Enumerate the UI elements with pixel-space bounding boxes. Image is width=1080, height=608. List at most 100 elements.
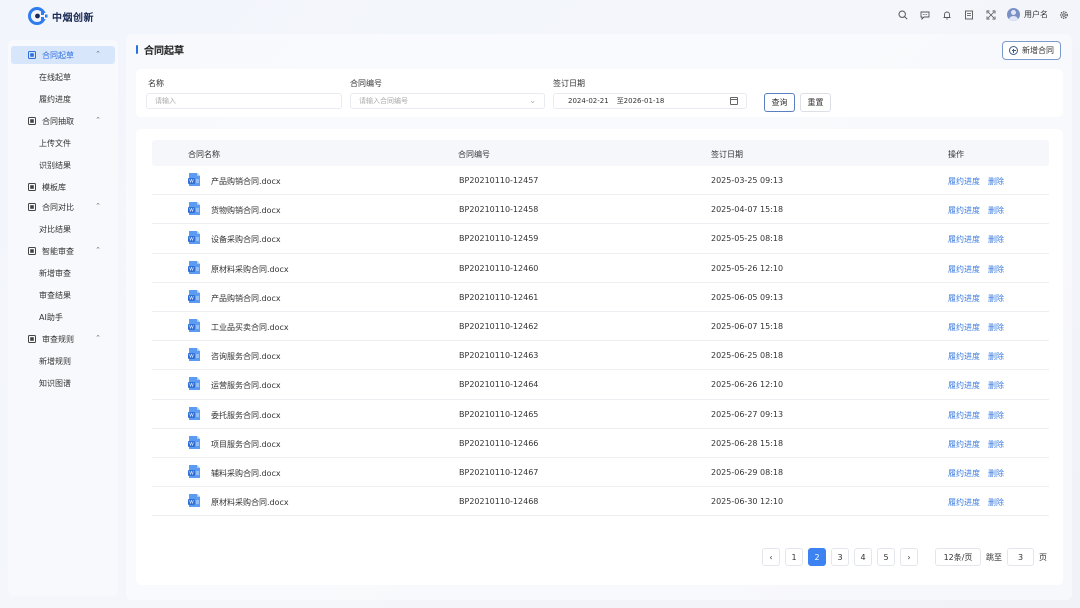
sidebar-group-4[interactable]: 智能审查 ⌃	[11, 242, 115, 260]
sidebar-group-3[interactable]: 合同对比 ⌃	[11, 198, 115, 216]
user-menu[interactable]: 用户名	[1007, 8, 1048, 21]
chevron-down-icon: ⌄	[529, 96, 536, 105]
progress-link[interactable]: 履约进度	[948, 293, 980, 304]
delete-link[interactable]: 删除	[988, 439, 1004, 450]
title-accent-bar	[136, 45, 138, 54]
sidebar-group-label: 合同对比	[42, 202, 74, 212]
sidebar-item[interactable]: 对比结果	[8, 218, 118, 240]
table-row: W 产品购销合同.docx BP20210110-12457 2025-03-25 0…	[152, 166, 1049, 196]
table-row: W 辅料采购合同.docx BP20210110-12467 2025-06-29 0…	[152, 458, 1049, 488]
next-page-button[interactable]: ›	[900, 548, 918, 566]
sidebar-item[interactable]: 履约进度	[8, 88, 118, 110]
contract-code: BP20210110-12464	[459, 380, 539, 390]
progress-link[interactable]: 履约进度	[948, 439, 980, 450]
date-range-picker[interactable]: 2024-02-21 至2026-01-18	[553, 93, 747, 109]
gear-icon[interactable]	[1058, 9, 1070, 21]
delete-link[interactable]: 删除	[988, 205, 1004, 216]
delete-link[interactable]: 删除	[988, 351, 1004, 362]
delete-link[interactable]: 删除	[988, 322, 1004, 333]
delete-link[interactable]: 删除	[988, 410, 1004, 421]
page-title: 合同起草	[144, 46, 184, 57]
contract-name[interactable]: 运营服务合同.docx	[211, 380, 281, 391]
contract-name[interactable]: 货物购销合同.docx	[211, 205, 281, 216]
code-select[interactable]: 请输入合同编号 ⌄	[350, 93, 545, 109]
sidebar-group-5[interactable]: 审查规则 ⌃	[11, 330, 115, 348]
jump-input[interactable]: 3	[1007, 548, 1034, 566]
sidebar-item[interactable]: 识别结果	[8, 154, 118, 176]
sidebar-item[interactable]: 上传文件	[8, 132, 118, 154]
progress-link[interactable]: 履约进度	[948, 264, 980, 275]
sidebar-group-2[interactable]: 模板库	[11, 178, 115, 196]
sidebar-item[interactable]: 审查结果	[8, 284, 118, 306]
review-icon	[28, 247, 36, 255]
sidebar-item[interactable]: 新增审查	[8, 262, 118, 284]
delete-link[interactable]: 删除	[988, 293, 1004, 304]
delete-link[interactable]: 删除	[988, 380, 1004, 391]
page-size-select[interactable]: 12条/页	[935, 548, 981, 566]
progress-link[interactable]: 履约进度	[948, 176, 980, 187]
contract-name[interactable]: 项目服务合同.docx	[211, 439, 281, 450]
progress-link[interactable]: 履约进度	[948, 468, 980, 479]
contract-name[interactable]: 设备采购合同.docx	[211, 234, 281, 245]
word-doc-icon: W	[188, 289, 201, 304]
document-icon[interactable]	[963, 9, 975, 21]
page-button[interactable]: 4	[854, 548, 872, 566]
svg-text:W: W	[189, 383, 194, 389]
page-button[interactable]: 3	[831, 548, 849, 566]
brand-logo[interactable]: 中烟创新	[28, 7, 94, 25]
bell-icon[interactable]	[941, 9, 953, 21]
contract-name[interactable]: 原材料采购合同.docx	[211, 497, 289, 508]
contract-name[interactable]: 产品购销合同.docx	[211, 293, 281, 304]
filter-card: 名称 请输入 合同编号 请输入合同编号 ⌄ 签订日期 2024-02-21 至2…	[136, 69, 1063, 117]
logo-icon	[28, 7, 48, 25]
pagination: ‹ 12345 › 12条/页 跳至 3 页	[762, 548, 1047, 566]
search-icon[interactable]	[897, 9, 909, 21]
svg-text:W: W	[189, 295, 194, 301]
delete-link[interactable]: 删除	[988, 468, 1004, 479]
delete-link[interactable]: 删除	[988, 234, 1004, 245]
query-button[interactable]: 查询	[764, 93, 795, 112]
progress-link[interactable]: 履约进度	[948, 497, 980, 508]
progress-link[interactable]: 履约进度	[948, 351, 980, 362]
word-doc-icon: W	[188, 201, 201, 216]
sidebar-group-label: 审查规则	[42, 334, 74, 344]
table-row: W 项目服务合同.docx BP20210110-12466 2025-06-28 1…	[152, 429, 1049, 458]
sidebar-group-0[interactable]: 合同起草 ⌃	[11, 46, 115, 64]
contract-code: BP20210110-12457	[459, 176, 539, 185]
name-input[interactable]: 请输入	[146, 93, 342, 109]
progress-link[interactable]: 履约进度	[948, 234, 980, 245]
sign-date: 2025-06-27 09:13	[711, 409, 784, 419]
message-icon[interactable]	[919, 9, 931, 21]
progress-link[interactable]: 履约进度	[948, 410, 980, 421]
header-actions: 用户名	[897, 8, 1070, 21]
name-placeholder: 请输入	[155, 97, 176, 105]
sidebar-group-1[interactable]: 合同抽取 ⌃	[11, 112, 115, 130]
progress-link[interactable]: 履约进度	[948, 205, 980, 216]
date-label: 签订日期	[553, 79, 585, 88]
contract-name[interactable]: 产品购销合同.docx	[211, 176, 281, 187]
progress-link[interactable]: 履约进度	[948, 380, 980, 391]
contract-name[interactable]: 原材料采购合同.docx	[211, 264, 289, 275]
contract-name[interactable]: 委托服务合同.docx	[211, 410, 281, 421]
contract-name[interactable]: 咨询服务合同.docx	[211, 351, 281, 362]
sidebar-item[interactable]: 知识图谱	[8, 372, 118, 394]
delete-link[interactable]: 删除	[988, 497, 1004, 508]
reset-button[interactable]: 重置	[800, 93, 831, 112]
page-button[interactable]: 5	[877, 548, 895, 566]
page-button[interactable]: 1	[785, 548, 803, 566]
new-contract-button[interactable]: 新增合同	[1002, 41, 1061, 60]
sidebar-item[interactable]: 在线起草	[8, 66, 118, 88]
sidebar-item[interactable]: AI助手	[8, 306, 118, 328]
table-row: W 原材料采购合同.docx BP20210110-12460 2025-05-26 …	[152, 254, 1049, 283]
contract-name[interactable]: 辅料采购合同.docx	[211, 468, 281, 479]
fullscreen-icon[interactable]	[985, 9, 997, 21]
prev-page-button[interactable]: ‹	[762, 548, 780, 566]
svg-text:W: W	[189, 325, 194, 331]
contract-name[interactable]: 工业品买卖合同.docx	[211, 322, 289, 333]
progress-link[interactable]: 履约进度	[948, 322, 980, 333]
delete-link[interactable]: 删除	[988, 264, 1004, 275]
delete-link[interactable]: 删除	[988, 176, 1004, 187]
svg-text:W: W	[189, 471, 194, 477]
page-button[interactable]: 2	[808, 548, 826, 566]
sidebar-item[interactable]: 新增规则	[8, 350, 118, 372]
